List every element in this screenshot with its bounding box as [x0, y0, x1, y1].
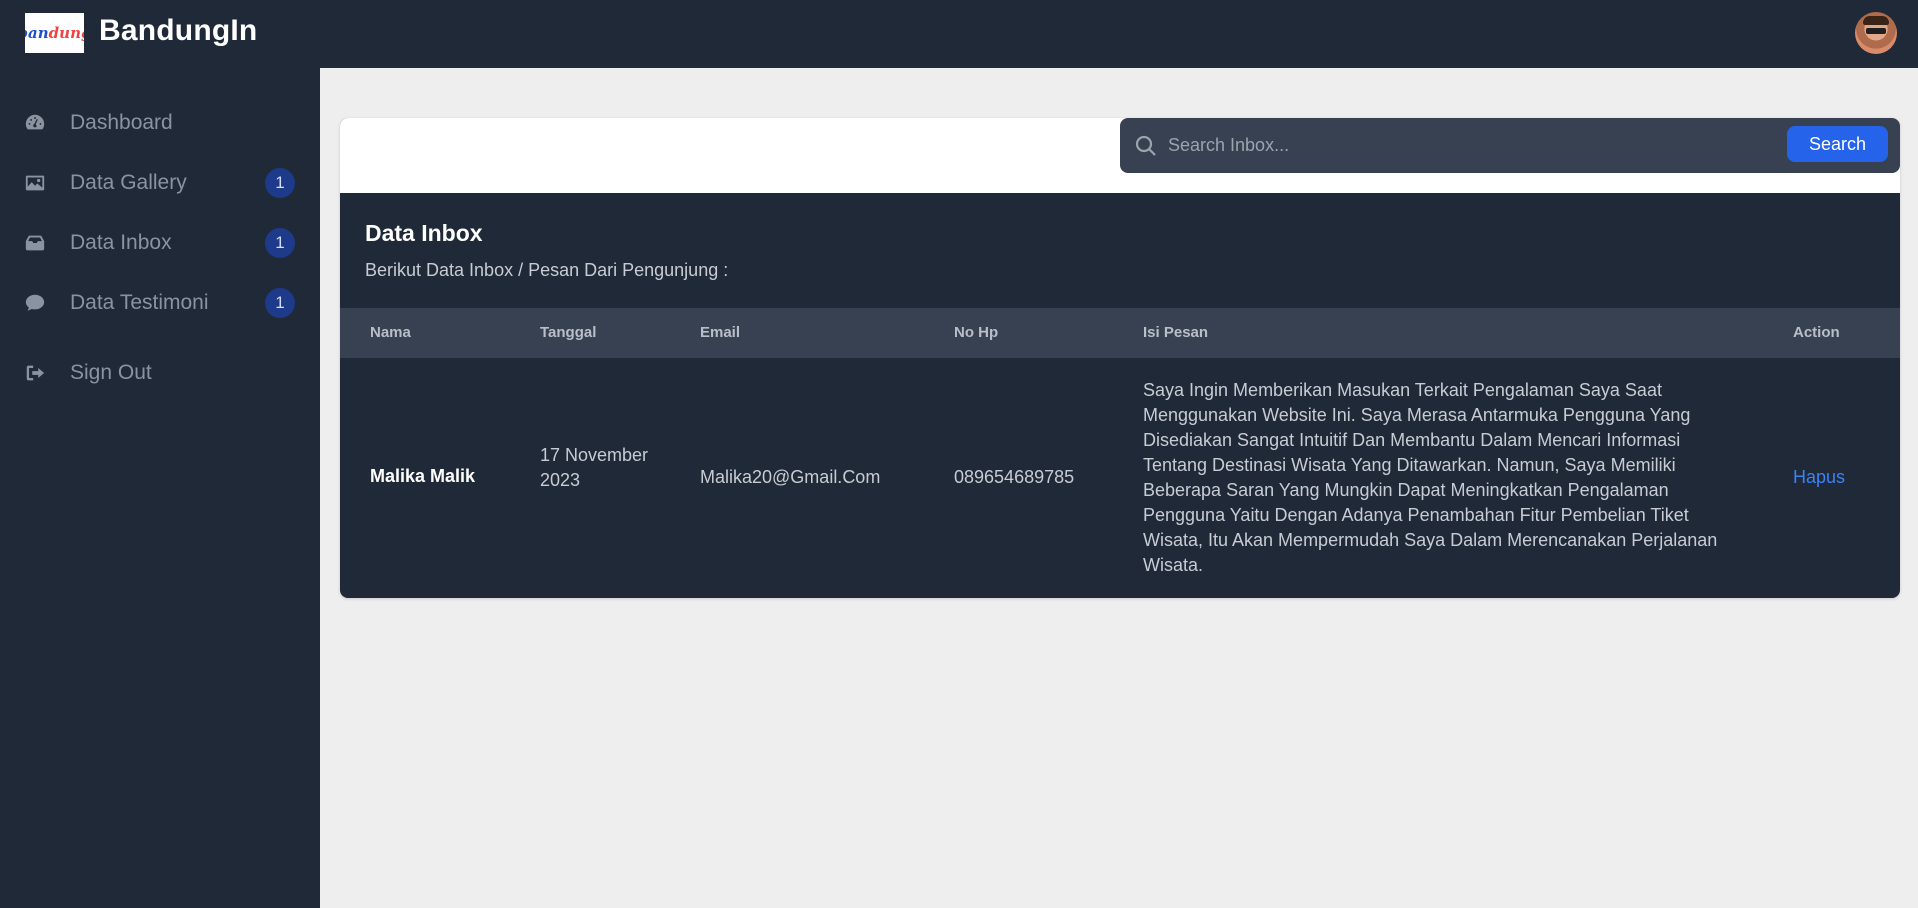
- sign-out-icon: [24, 362, 46, 384]
- avatar-hair: [1863, 16, 1889, 25]
- cell-nama: Malika Malik: [370, 466, 476, 486]
- inbox-card: Search Data Inbox Berikut Data Inbox / P…: [340, 118, 1900, 598]
- search-input[interactable]: [1168, 128, 1768, 162]
- sidebar-item-data-gallery[interactable]: Data Gallery 1: [0, 161, 320, 205]
- brand-logo[interactable]: bandung: [25, 13, 84, 53]
- delete-link[interactable]: Hapus: [1793, 467, 1845, 488]
- sidebar-item-sign-out[interactable]: Sign Out: [0, 351, 320, 395]
- avatar-sunglasses: [1866, 28, 1886, 34]
- logo-text-a: ban: [25, 24, 49, 42]
- cell-email: Malika20@Gmail.Com: [700, 467, 881, 487]
- column-header-email: Email: [700, 324, 741, 341]
- cell-tanggal: 17 November 2023: [540, 445, 649, 490]
- column-header-tanggal: Tanggal: [540, 324, 597, 341]
- column-header-action: Action: [1793, 324, 1840, 341]
- search-icon: [1134, 134, 1158, 158]
- sidebar-item-label: Sign Out: [70, 361, 152, 384]
- inbox-icon: [24, 232, 46, 254]
- panel-subtitle: Berikut Data Inbox / Pesan Dari Pengunju…: [365, 260, 729, 280]
- logo-text-b: dung: [48, 24, 84, 42]
- comment-icon: [24, 292, 46, 314]
- sidebar-item-label: Dashboard: [70, 111, 173, 134]
- notification-badge: 1: [265, 288, 295, 318]
- sidebar-item-label: Data Testimoni: [70, 291, 209, 314]
- user-avatar[interactable]: [1855, 12, 1897, 54]
- search-bar: Search: [1120, 118, 1900, 173]
- logo-wordmark: bandung: [25, 24, 84, 42]
- sidebar-item-data-inbox[interactable]: Data Inbox 1: [0, 221, 320, 265]
- top-bar: bandung BandungIn: [0, 0, 1918, 68]
- sidebar-item-data-testimoni[interactable]: Data Testimoni 1: [0, 281, 320, 325]
- sidebar: Dashboard Data Gallery 1 Data Inbox 1 Da…: [0, 68, 320, 908]
- column-header-isi-pesan: Isi Pesan: [1143, 324, 1209, 341]
- column-header-nama: Nama: [370, 324, 411, 341]
- sidebar-item-label: Data Inbox: [70, 231, 172, 254]
- cell-no-hp: 089654689785: [954, 467, 1075, 487]
- brand-name[interactable]: BandungIn: [99, 14, 257, 48]
- notification-badge: 1: [265, 168, 295, 198]
- cell-isi-pesan: Saya Ingin Memberikan Masukan Terkait Pe…: [1143, 380, 1718, 575]
- dashboard-gauge-icon: [24, 112, 46, 134]
- search-button[interactable]: Search: [1787, 126, 1888, 162]
- notification-badge: 1: [265, 228, 295, 258]
- table-header: Nama Tanggal Email No Hp Isi Pesan Actio…: [340, 308, 1900, 358]
- image-icon: [24, 172, 46, 194]
- sidebar-item-label: Data Gallery: [70, 171, 187, 194]
- panel-title: Data Inbox: [365, 220, 483, 246]
- sidebar-item-dashboard[interactable]: Dashboard: [0, 101, 320, 145]
- column-header-no-hp: No Hp: [954, 324, 999, 341]
